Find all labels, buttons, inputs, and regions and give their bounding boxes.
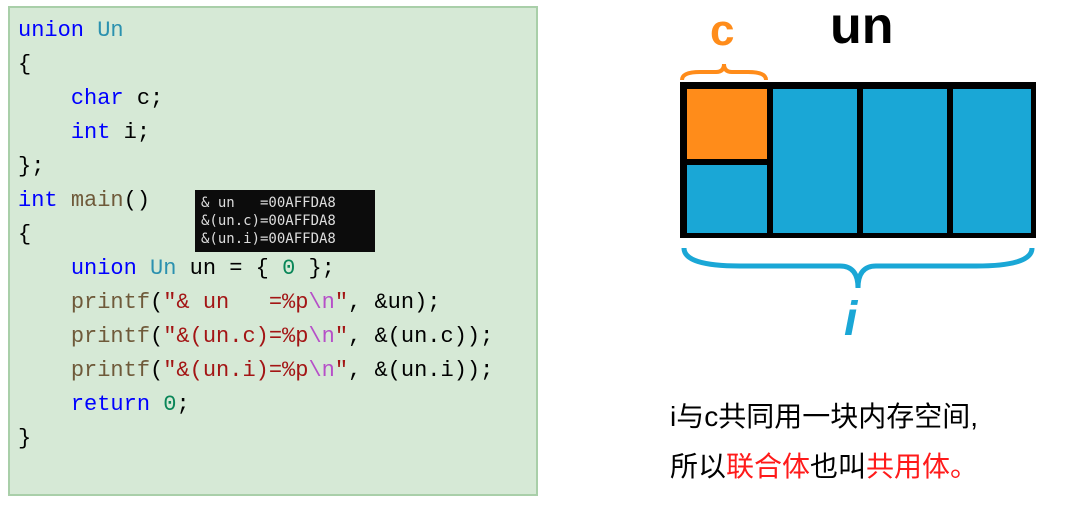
decl-c: c;: [124, 86, 164, 111]
kw-char: char: [71, 86, 124, 111]
byte-0-lower: [684, 162, 770, 236]
kw-union2: union: [71, 256, 137, 281]
decl-i: i;: [110, 120, 150, 145]
p2-open: (: [150, 324, 163, 349]
out-line2: &(un.c)=00AFFDA8: [201, 213, 336, 229]
brace-i-icon: [680, 244, 1036, 294]
brace-open: {: [18, 52, 31, 77]
out-line1: & un =00AFFDA8: [201, 195, 336, 211]
brace-close-semi: };: [18, 154, 44, 179]
p1-open: (: [150, 290, 163, 315]
num-zero2: 0: [163, 392, 176, 417]
brace-c-icon: [680, 60, 768, 82]
console-output: & un =00AFFDA8 &(un.c)=00AFFDA8 &(un.i)=…: [195, 190, 375, 252]
str1a: "& un =%p: [163, 290, 308, 315]
str2b: ": [335, 324, 348, 349]
label-c: c: [710, 6, 734, 56]
num-zero: 0: [282, 256, 295, 281]
kw-union: union: [18, 18, 84, 43]
func-printf3: printf: [71, 358, 150, 383]
caption-part2c: 也叫: [810, 451, 866, 482]
caption-part2b: 联合体: [726, 451, 810, 482]
caption-line1: i与c共同用一块内存空间,: [670, 401, 978, 432]
caption-text: i与c共同用一块内存空间, 所以联合体也叫共用体。: [670, 392, 978, 492]
str2a: "&(un.c)=%p: [163, 324, 308, 349]
func-main: main: [71, 188, 124, 213]
semi: ;: [176, 392, 189, 417]
label-un: un: [830, 0, 894, 56]
p3-open: (: [150, 358, 163, 383]
p3-rest: , &(un.i));: [348, 358, 493, 383]
decl-un-end: };: [295, 256, 335, 281]
str3b: ": [335, 358, 348, 383]
out-line3: &(un.i)=00AFFDA8: [201, 231, 336, 247]
kw-int2: int: [18, 188, 58, 213]
esc2: \n: [308, 324, 334, 349]
caption-part2d: 共用体。: [866, 451, 978, 482]
brace-open2: {: [18, 222, 31, 247]
memory-box: [680, 82, 1036, 238]
esc3: \n: [308, 358, 334, 383]
type-un2: Un: [150, 256, 176, 281]
kw-return: return: [71, 392, 150, 417]
kw-int: int: [71, 120, 111, 145]
byte-c-overlay: [684, 86, 770, 162]
func-printf2: printf: [71, 324, 150, 349]
esc1: \n: [308, 290, 334, 315]
byte-2: [860, 86, 950, 236]
type-un: Un: [97, 18, 123, 43]
func-printf1: printf: [71, 290, 150, 315]
caption-part2a: 所以: [670, 451, 726, 482]
p1-rest: , &un);: [348, 290, 440, 315]
brace-close2: }: [18, 426, 31, 451]
str3a: "&(un.i)=%p: [163, 358, 308, 383]
str1b: ": [335, 290, 348, 315]
byte-1: [770, 86, 860, 236]
p2-rest: , &(un.c));: [348, 324, 493, 349]
memory-diagram: un c i i与c共同用一块内存空间, 所以联合体也叫共用体。: [620, 0, 1074, 511]
parens: (): [124, 188, 150, 213]
byte-3: [950, 86, 1034, 236]
decl-un: un = {: [176, 256, 282, 281]
label-i: i: [844, 292, 857, 347]
